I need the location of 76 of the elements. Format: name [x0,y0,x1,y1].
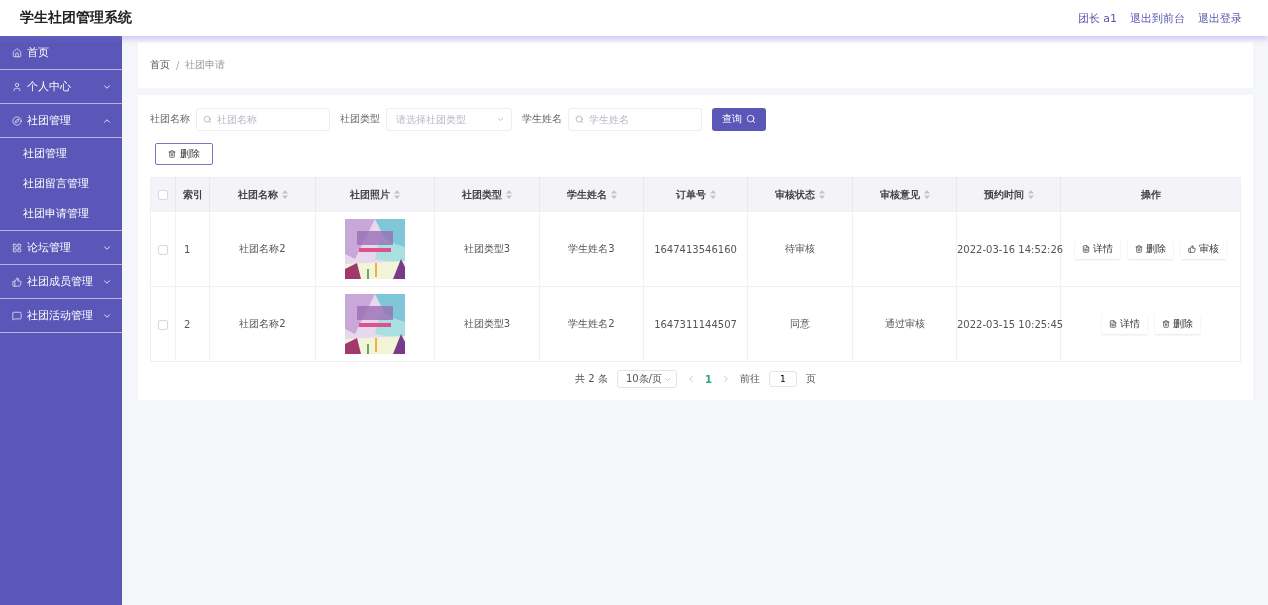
search-field[interactable]: 社团名称 [196,107,330,131]
document-icon [1108,320,1117,328]
sidebar-item[interactable]: 论坛管理 [0,231,122,265]
message-icon [12,310,22,321]
header-link[interactable]: 退出登录 [1198,10,1242,26]
sidebar-item[interactable]: 个人中心 [0,70,122,104]
table-cell: 通过审核 [884,318,925,329]
column-header[interactable]: 学生姓名 [539,177,644,212]
action-button[interactable]: 审核 [1181,239,1226,259]
submenu-item[interactable]: 社团申请管理 [0,198,122,228]
grid-icon [12,242,22,253]
query-button[interactable]: 查询 [712,107,766,131]
table-cell: 同意 [790,318,810,329]
trash-icon [1135,245,1143,253]
column-header: 索引 [175,177,210,212]
sidebar-item[interactable]: 社团活动管理 [0,299,122,333]
table-cell: 学生姓名2 [568,318,615,329]
trash-icon [1161,320,1170,328]
search-icon [575,114,584,124]
column-header[interactable]: 审核状态 [747,177,853,212]
total-count: 共 2 条 [575,372,608,386]
table-cell: 2022-03-16 14:52:26 [957,243,1064,255]
thumbs-up-icon [12,276,22,287]
search-icon [203,114,212,124]
action-button[interactable]: 删除 [1128,239,1173,259]
checkbox[interactable] [158,244,168,255]
submenu-item[interactable]: 社团管理 [0,138,122,168]
sidebar-item[interactable]: 社团成员管理 [0,265,122,299]
column-header[interactable]: 社团类型 [434,177,540,212]
filter-label: 社团名称 [150,112,190,126]
user-icon [12,81,22,92]
filter-label: 学生姓名 [522,112,562,126]
home-icon [12,47,22,58]
checkbox[interactable] [158,190,168,200]
action-button[interactable]: 详情 [1075,239,1120,259]
table-cell: 2022-03-15 10:25:45 [957,318,1064,330]
breadcrumb-item[interactable]: 首页 [150,58,170,72]
action-button[interactable]: 详情 [1101,314,1147,334]
page-size-select[interactable]: 10条/页 [616,370,677,388]
column-header[interactable]: 社团照片 [315,177,435,212]
submenu-item[interactable]: 社团留言管理 [0,168,122,198]
table-cell: 学生姓名3 [568,243,615,254]
page-suffix: 页 [805,372,816,386]
thumbs-up-icon [1188,245,1196,253]
table-cell: 待审核 [785,243,815,254]
filter-label: 社团类型 [340,112,380,126]
action-button[interactable]: 删除 [1154,314,1200,334]
compass-icon [12,115,22,126]
search-field[interactable]: 学生姓名 [568,107,702,131]
table-cell: 2 [184,318,191,330]
header-link[interactable]: 团长 a1 [1077,10,1117,26]
header-link[interactable]: 退出到前台 [1130,10,1185,26]
breadcrumb-item: 社团申请 [185,58,226,72]
app-title: 学生社团管理系统 [20,9,132,27]
column-header[interactable]: 审核意见 [852,177,957,212]
sidebar-item[interactable]: 社团管理 [0,104,122,138]
delete-button[interactable]: 删除 [155,143,213,165]
column-header[interactable]: 社团名称 [209,177,316,212]
table-cell: 社团类型3 [463,318,511,329]
table-cell: 社团类型3 [463,243,511,254]
table-cell: 社团名称2 [239,318,286,329]
table-cell: 1 [184,243,191,255]
search-icon [746,114,756,124]
column-header[interactable]: 订单号 [643,177,748,212]
checkbox[interactable] [158,319,168,330]
trash-icon [168,150,176,158]
table-cell: 1647413546160 [654,243,737,255]
document-icon [1082,245,1090,253]
column-header[interactable]: 预约时间 [956,177,1061,212]
breadcrumb-separator: / [176,59,180,71]
column-header: 操作 [1060,177,1241,212]
sidebar-item[interactable]: 首页 [0,36,122,70]
table-cell: 1647311144507 [654,318,737,330]
page-input[interactable]: 1 [768,371,797,387]
table-cell: 社团名称2 [239,243,286,254]
goto-label: 前往 [739,372,760,386]
